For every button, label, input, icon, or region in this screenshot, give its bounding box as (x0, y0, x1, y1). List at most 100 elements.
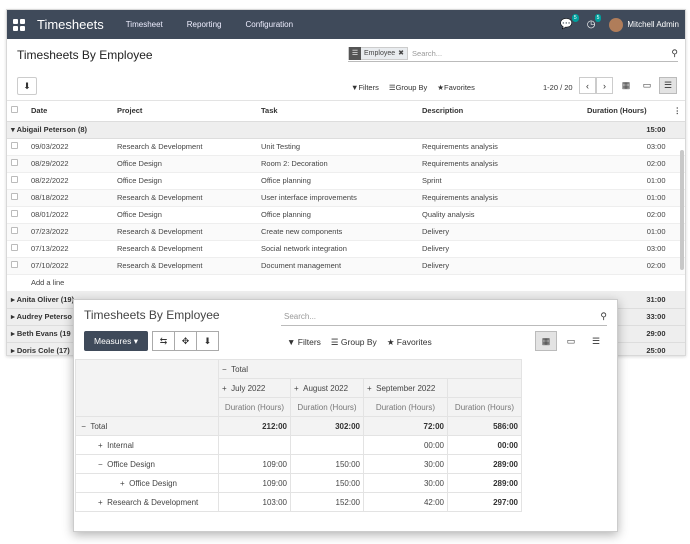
messages-icon[interactable]: 💬 5 (560, 14, 579, 30)
view-list-button[interactable]: ☰ (585, 331, 607, 351)
row-checkbox[interactable] (11, 210, 18, 217)
activity-badge: 5 (594, 14, 602, 22)
row-checkbox[interactable] (11, 176, 18, 183)
row-header-research[interactable]: + Research & Development (75, 492, 219, 512)
measure-header[interactable]: Duration (Hours) (218, 397, 291, 417)
menu-reporting[interactable]: Reporting (187, 20, 222, 29)
pager-next-button[interactable]: › (596, 77, 613, 94)
search-icon[interactable]: ⚲ (671, 48, 678, 59)
favorites-button[interactable]: ★ Favorites (387, 337, 432, 348)
pivot-row: − Office Design 109:00 150:00 30:00 289:… (75, 454, 522, 474)
favorites-button[interactable]: ★Favorites (437, 83, 475, 92)
col-task[interactable]: Task (257, 101, 418, 122)
add-line-row: Add a line (7, 274, 685, 292)
page-title: Timesheets By Employee (17, 48, 153, 62)
view-graph-button[interactable]: ▭ (560, 331, 582, 351)
pivot-row: + Internal 00:00 00:00 (75, 435, 522, 455)
table-row[interactable]: 09/03/2022 Research & Development Unit Tes… (7, 138, 685, 156)
pivot-title: Timesheets By Employee (84, 308, 220, 322)
facet-label: Employee (364, 49, 396, 57)
col-description[interactable]: Description (418, 101, 583, 122)
pivot-row: + Office Design 109:00 150:00 30:00 289:… (75, 473, 522, 493)
download-button[interactable]: ⬇ (196, 331, 219, 351)
pager-value[interactable]: 1-20 / 20 (543, 83, 573, 92)
measures-button[interactable]: Measures ▾ (84, 331, 148, 351)
filters-button[interactable]: ▼Filters (351, 83, 379, 92)
group-by-icon: ☰ (349, 46, 361, 60)
table-header: Date Project Task Description Duration (… (7, 101, 685, 122)
row-checkbox[interactable] (11, 159, 18, 166)
row-header-office-design[interactable]: − Office Design (75, 454, 219, 474)
measure-header[interactable]: Duration (Hours) (447, 397, 522, 417)
search-bar[interactable]: ☰ Employee ✖ Search... ⚲ (348, 45, 678, 62)
control-panel: Timesheets By Employee ☰ Employee ✖ Sear… (7, 39, 685, 101)
pivot-row: + Research & Development 103:00 152:00 4… (75, 492, 522, 512)
table-row[interactable]: 07/23/2022 Research & Development Create n… (7, 223, 685, 241)
col-header-month[interactable]: + September 2022 (363, 378, 448, 398)
table-row[interactable]: 07/13/2022 Research & Development Social n… (7, 240, 685, 258)
col-header-total-blank (447, 378, 522, 398)
row-checkbox[interactable] (11, 193, 18, 200)
view-graph-button[interactable]: ▭ (638, 77, 656, 94)
view-pivot-button[interactable]: ▦ (617, 77, 635, 94)
col-header-total[interactable]: − Total (218, 359, 522, 379)
view-pivot-button[interactable]: ▦ (535, 331, 557, 351)
col-header-month[interactable]: + August 2022 (290, 378, 364, 398)
pivot-search-bar[interactable]: Search... ⚲ (281, 308, 607, 326)
search-icon[interactable]: ⚲ (600, 311, 607, 322)
expand-arrows-icon: ✥ (181, 335, 190, 346)
table-row[interactable]: 08/01/2022 Office Design Office planning Qu… (7, 206, 685, 224)
pivot-table: − Total + July 2022 + August 2022 + Sept… (75, 359, 522, 512)
filters-button[interactable]: ▼ Filters (287, 337, 321, 348)
caret-down-icon: ▾ (133, 335, 138, 346)
table-row[interactable]: 08/18/2022 Research & Development User int… (7, 189, 685, 207)
search-input[interactable]: Search... (412, 49, 442, 58)
group-by-button[interactable]: ☰Group By (389, 83, 427, 92)
pager-prev-button[interactable]: ‹ (579, 77, 596, 94)
menu-timesheet[interactable]: Timesheet (126, 20, 163, 29)
download-button[interactable]: ⬇ (17, 77, 37, 95)
top-navbar: Timesheets Timesheet Reporting Configura… (7, 10, 685, 39)
pivot-row: − Total 212:00 302:00 72:00 586:00 (75, 416, 522, 436)
table-row[interactable]: 08/22/2022 Office Design Office planning Sp… (7, 172, 685, 190)
flip-axis-icon: ⇆ (159, 335, 168, 346)
expand-all-button[interactable]: ✥ (174, 331, 197, 351)
user-name: Mitchell Admin (627, 19, 679, 29)
app-brand[interactable]: Timesheets (37, 17, 104, 32)
messages-badge: 5 (571, 14, 579, 22)
group-row[interactable]: ▾ Abigail Peterson (8) 15:00 (7, 121, 685, 139)
select-all-checkbox[interactable] (11, 106, 18, 114)
activity-clock-icon[interactable]: ◷ 5 (587, 14, 602, 30)
row-header-internal[interactable]: + Internal (75, 435, 219, 455)
table-row[interactable]: 07/10/2022 Research & Development Document… (7, 257, 685, 275)
row-header-office-design-sub[interactable]: + Office Design (75, 473, 219, 493)
group-by-button[interactable]: ☰ Group By (331, 337, 377, 348)
user-menu[interactable]: Mitchell Admin (609, 17, 679, 32)
row-header-total[interactable]: − Total (75, 416, 219, 436)
col-duration[interactable]: Duration (Hours) (583, 101, 670, 122)
pivot-search-input[interactable]: Search... (284, 312, 316, 321)
col-project[interactable]: Project (113, 101, 257, 122)
flip-axis-button[interactable]: ⇆ (152, 331, 175, 351)
pivot-window: Timesheets By Employee Search... ⚲ Measu… (73, 299, 618, 532)
pivot-corner (75, 359, 219, 417)
measure-header[interactable]: Duration (Hours) (363, 397, 448, 417)
apps-grid-icon[interactable] (13, 18, 25, 31)
facet-remove-icon[interactable]: ✖ (398, 49, 407, 57)
add-line-link[interactable]: Add a line (31, 278, 64, 287)
view-list-button[interactable]: ☰ (659, 77, 677, 94)
avatar (609, 17, 624, 32)
menu-configuration[interactable]: Configuration (245, 20, 293, 29)
row-checkbox[interactable] (11, 244, 18, 251)
row-checkbox[interactable] (11, 261, 18, 268)
measure-header[interactable]: Duration (Hours) (290, 397, 364, 417)
scrollbar[interactable] (680, 150, 684, 270)
search-facet[interactable]: ☰ Employee ✖ (348, 46, 409, 60)
download-icon: ⬇ (203, 335, 212, 346)
col-header-month[interactable]: + July 2022 (218, 378, 291, 398)
table-row[interactable]: 08/29/2022 Office Design Room 2: Decoratio… (7, 155, 685, 173)
row-checkbox[interactable] (11, 227, 18, 234)
row-checkbox[interactable] (11, 142, 18, 149)
col-date[interactable]: Date (27, 101, 113, 122)
column-options-icon[interactable]: ⋮ (669, 101, 685, 122)
